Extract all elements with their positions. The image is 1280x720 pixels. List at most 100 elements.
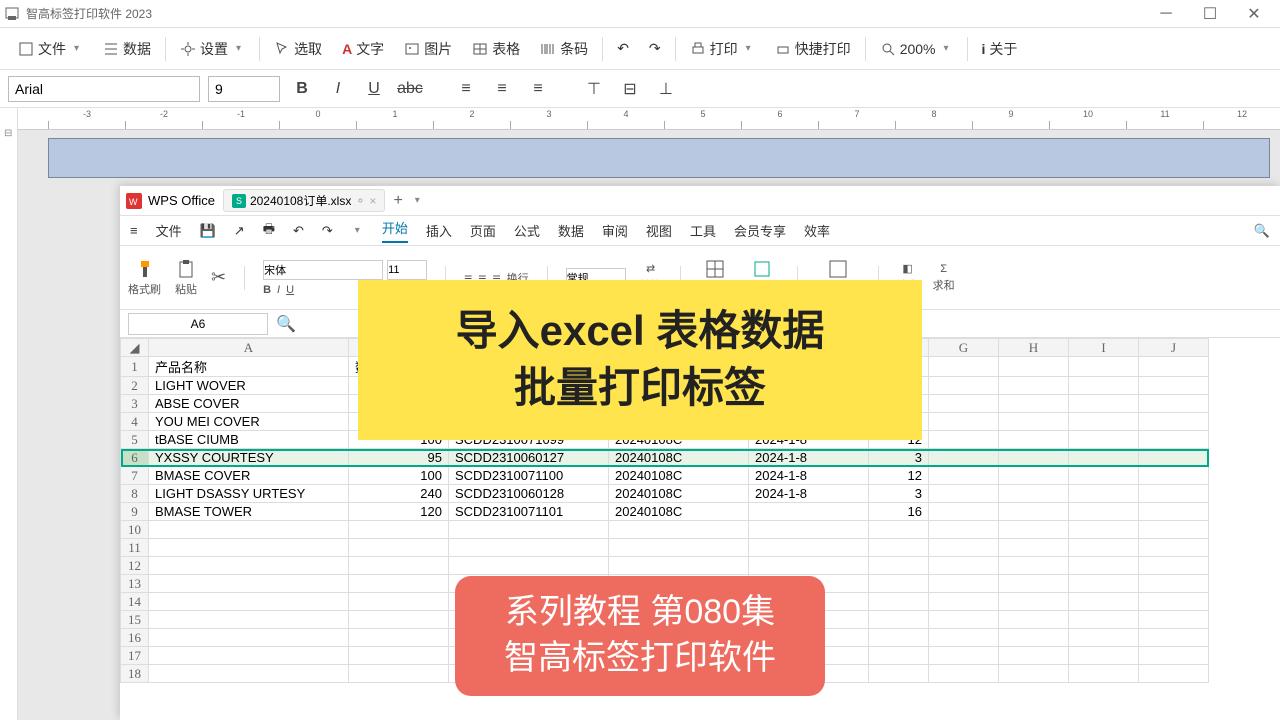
zoom-out-icon[interactable]: 🔍: [276, 314, 296, 334]
cell[interactable]: [869, 647, 929, 665]
ribbon-paste[interactable]: 粘贴: [175, 259, 197, 297]
settings-menu[interactable]: 设置▾: [170, 35, 255, 63]
cell[interactable]: 3: [869, 449, 929, 467]
cell[interactable]: [1069, 413, 1139, 431]
cell[interactable]: [449, 539, 609, 557]
tree-category[interactable]: ⊟文字: [0, 112, 17, 154]
tab-pin-icon[interactable]: ⚬: [355, 194, 365, 208]
cell[interactable]: [929, 593, 999, 611]
cell[interactable]: [869, 575, 929, 593]
cell[interactable]: [1069, 357, 1139, 377]
barcode-tool[interactable]: 条码: [530, 35, 598, 63]
cell[interactable]: 240: [349, 485, 449, 503]
wps-document-tab[interactable]: S 20240108订单.xlsx ⚬ ×: [223, 189, 385, 212]
cell[interactable]: [1139, 413, 1209, 431]
menu-member[interactable]: 会员专享: [734, 221, 786, 240]
cell[interactable]: [149, 521, 349, 539]
menu-formula[interactable]: 公式: [514, 221, 540, 240]
ribbon-italic[interactable]: I: [277, 284, 280, 296]
menu-undo-icon[interactable]: ↶: [293, 223, 304, 239]
cell[interactable]: [999, 449, 1069, 467]
table-tool[interactable]: 表格: [462, 35, 530, 63]
cell[interactable]: [1069, 503, 1139, 521]
valign-bot-button[interactable]: ⊥: [652, 76, 680, 102]
cell[interactable]: [349, 629, 449, 647]
cell[interactable]: [1139, 593, 1209, 611]
cell[interactable]: [869, 611, 929, 629]
cell[interactable]: [999, 665, 1069, 683]
cell[interactable]: [1139, 395, 1209, 413]
tree-item[interactable]: T 矩形文字: [0, 451, 18, 531]
cell[interactable]: [929, 431, 999, 449]
cell[interactable]: [1069, 521, 1139, 539]
row-header[interactable]: 12: [121, 557, 149, 575]
cell[interactable]: [869, 593, 929, 611]
menu-share-icon[interactable]: ↗: [234, 223, 245, 239]
cell[interactable]: [1069, 557, 1139, 575]
fontsize-select[interactable]: [208, 76, 280, 102]
wps-hamburger-icon[interactable]: ≡: [130, 223, 138, 238]
col-header[interactable]: G: [929, 339, 999, 357]
cell[interactable]: 95: [349, 449, 449, 467]
font-select[interactable]: [8, 76, 200, 102]
cell[interactable]: BMASE COVER: [149, 467, 349, 485]
cell[interactable]: [929, 449, 999, 467]
cell[interactable]: [349, 665, 449, 683]
cell[interactable]: [149, 593, 349, 611]
cell[interactable]: [1139, 665, 1209, 683]
cell[interactable]: [929, 413, 999, 431]
col-header[interactable]: H: [999, 339, 1069, 357]
tree-item[interactable]: T 旋转90文字: [0, 649, 18, 720]
ribbon-font[interactable]: [263, 260, 383, 280]
cell[interactable]: 2024-1-8: [749, 449, 869, 467]
menu-review[interactable]: 审阅: [602, 221, 628, 240]
row-header[interactable]: 11: [121, 539, 149, 557]
cell[interactable]: [449, 521, 609, 539]
valign-top-button[interactable]: ⊤: [580, 76, 608, 102]
cell[interactable]: [999, 575, 1069, 593]
cell[interactable]: [1069, 449, 1139, 467]
cell[interactable]: [929, 357, 999, 377]
cell[interactable]: [869, 665, 929, 683]
minimize-button[interactable]: ─: [1144, 1, 1188, 27]
menu-view[interactable]: 视图: [646, 221, 672, 240]
cell[interactable]: BMASE TOWER: [149, 503, 349, 521]
row-header[interactable]: 16: [121, 629, 149, 647]
tree-item[interactable]: T 常规文字: [0, 154, 18, 234]
about-button[interactable]: i关于: [972, 35, 1028, 63]
cell[interactable]: [1139, 377, 1209, 395]
cell[interactable]: [929, 377, 999, 395]
cell[interactable]: [929, 557, 999, 575]
italic-button[interactable]: I: [324, 76, 352, 102]
tree-item[interactable]: T 自动换行文字: [0, 531, 18, 649]
cell[interactable]: [609, 539, 749, 557]
tree-item[interactable]: T 黑底白字: [0, 371, 18, 451]
select-tool[interactable]: 选取: [264, 35, 332, 63]
underline-button[interactable]: U: [360, 76, 388, 102]
cell[interactable]: [929, 521, 999, 539]
cell[interactable]: [929, 629, 999, 647]
cell[interactable]: 2024-1-8: [749, 485, 869, 503]
menu-effect[interactable]: 效率: [804, 221, 830, 240]
cell[interactable]: [149, 557, 349, 575]
cell[interactable]: [1139, 539, 1209, 557]
cell[interactable]: SCDD2310071101: [449, 503, 609, 521]
cell[interactable]: [149, 647, 349, 665]
cell[interactable]: [1139, 611, 1209, 629]
cell[interactable]: [1069, 665, 1139, 683]
row-header[interactable]: 1: [121, 357, 149, 377]
cell[interactable]: [1069, 539, 1139, 557]
cell[interactable]: [1069, 575, 1139, 593]
cell[interactable]: [609, 521, 749, 539]
cell[interactable]: [1139, 485, 1209, 503]
new-tab-button[interactable]: +: [393, 192, 402, 210]
row-header[interactable]: 5: [121, 431, 149, 449]
text-tool[interactable]: A文字: [332, 35, 394, 63]
cell[interactable]: [999, 467, 1069, 485]
data-menu[interactable]: 数据: [93, 35, 161, 63]
undo-button[interactable]: ↶: [607, 36, 639, 61]
cell[interactable]: [929, 647, 999, 665]
cell[interactable]: LIGHT WOVER: [149, 377, 349, 395]
cell[interactable]: [999, 557, 1069, 575]
cell[interactable]: 16: [869, 503, 929, 521]
